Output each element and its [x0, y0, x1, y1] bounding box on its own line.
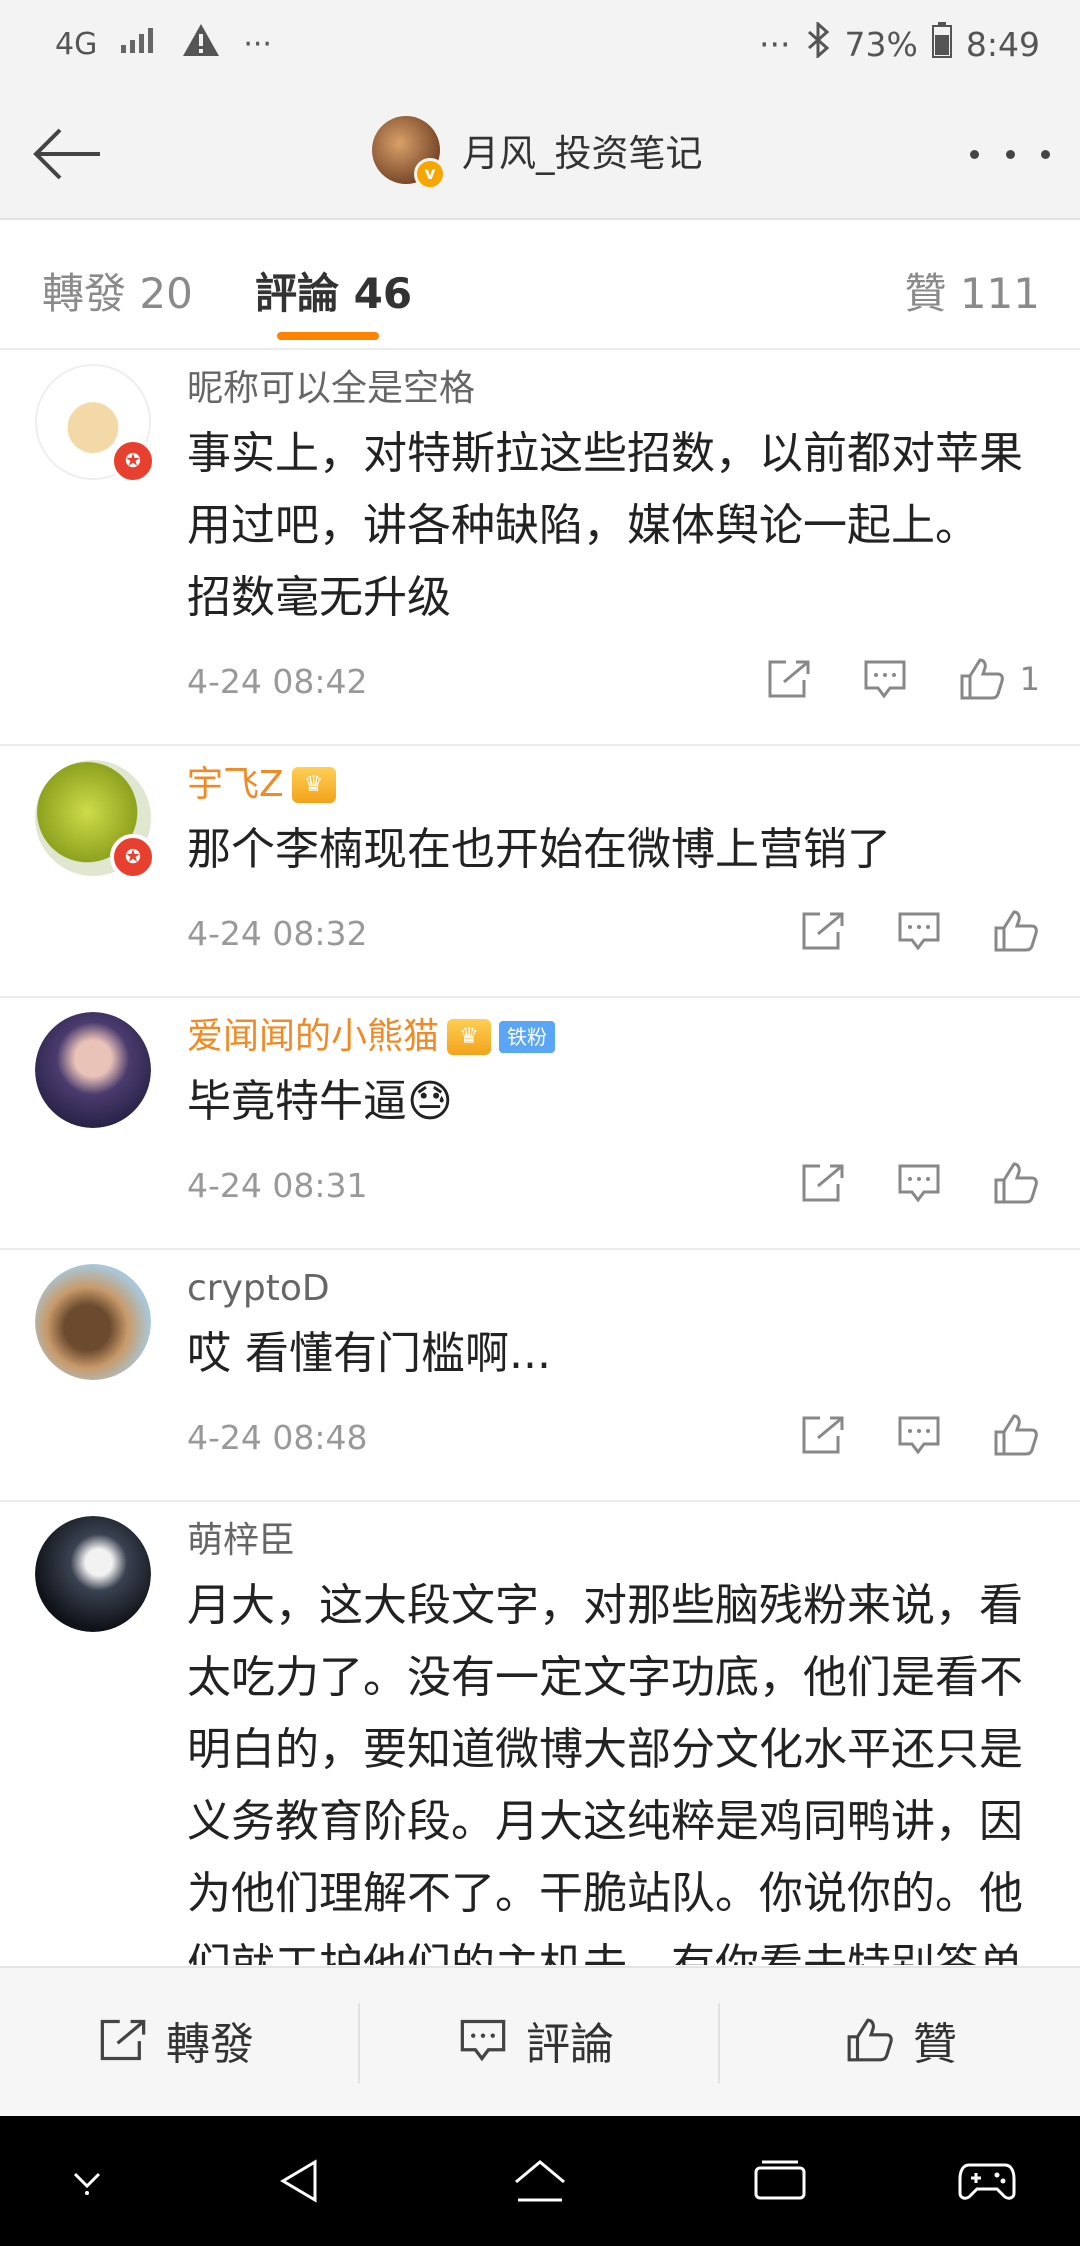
back-arrow-icon[interactable] [28, 116, 104, 192]
like-button[interactable] [992, 908, 1040, 954]
comment-username[interactable]: 宇飞Z ♛ [187, 760, 1040, 810]
share-icon[interactable] [766, 658, 812, 700]
bottom-action-bar: 轉發 評論 贊 [0, 1966, 1080, 2118]
comment-username[interactable]: 爱闻闻的小熊猫 ♛ 铁粉 [187, 1012, 1040, 1062]
signal-icon [119, 25, 159, 63]
share-icon[interactable] [800, 910, 846, 952]
comment-text: 月大，这大段文字，对那些脑残粉来说，看 太吃力了。没有一定文字功底，他们是看不 … [187, 1580, 1023, 1965]
tab-bar: 轉發 20 評論 46 贊 111 [0, 220, 1080, 350]
vip-crown-icon: ♛ [447, 1019, 492, 1055]
comment-username[interactable]: cryptoD [187, 1264, 1040, 1314]
more-options-icon[interactable] [970, 130, 1050, 178]
recent-apps-icon[interactable] [745, 2146, 815, 2216]
comment-label: 評論 [526, 2019, 614, 2070]
game-mode-icon[interactable] [952, 2146, 1022, 2216]
tab-likes[interactable]: 贊 111 [904, 260, 1040, 321]
thumbs-up-icon [994, 1414, 1038, 1456]
divider [358, 2003, 360, 2083]
share-icon[interactable] [800, 1414, 846, 1456]
comment-text: 那个李楠现在也开始在微博上营销了 [187, 824, 891, 875]
repost-button[interactable]: 轉發 [98, 2008, 254, 2072]
battery-percent: 73% [844, 24, 918, 64]
like-button[interactable] [992, 1160, 1040, 1206]
tab-repost[interactable]: 轉發 20 [42, 260, 193, 321]
comment-username[interactable]: 昵称可以全是空格 [187, 364, 1040, 414]
author-avatar[interactable]: v [372, 116, 446, 190]
repost-label: 轉發 [166, 2019, 254, 2070]
more-notifications-icon: ··· [243, 26, 272, 62]
iron-fan-badge: 铁粉 [499, 1021, 556, 1053]
comment-item: 萌梓臣 月大，这大段文字，对那些脑残粉来说，看 太吃力了。没有一定文字功底，他们… [0, 1502, 1080, 1965]
like-button[interactable]: 1 [958, 656, 1040, 702]
comment-list: ✪ 昵称可以全是空格 事实上，对特斯拉这些招数，以前都对苹果 用过吧，讲各种缺陷… [0, 350, 1080, 1965]
user-avatar[interactable] [35, 1012, 151, 1128]
home-nav-icon[interactable] [505, 2146, 575, 2216]
back-nav-icon[interactable] [265, 2146, 335, 2216]
comment-timestamp: 4-24 08:31 [187, 1166, 368, 1205]
like-count: 1 [1019, 660, 1040, 698]
verified-badge-icon: ✪ [110, 438, 156, 484]
like-label: 贊 [913, 2019, 957, 2070]
comment-text: 毕竟特牛逼😓 [187, 1076, 453, 1127]
comment-button[interactable]: 評論 [458, 2008, 614, 2072]
like-post-button[interactable]: 贊 [845, 2008, 957, 2072]
author-header[interactable]: v 月风_投资笔记 [372, 116, 703, 190]
comment-username[interactable]: 萌梓臣 [187, 1516, 1040, 1566]
comment-text: 事实上，对特斯拉这些招数，以前都对苹果 用过吧，讲各种缺陷，媒体舆论一起上。 招… [187, 428, 1023, 623]
comment-timestamp: 4-24 08:42 [187, 662, 368, 701]
user-avatar[interactable] [35, 1264, 151, 1380]
like-button[interactable] [992, 1412, 1040, 1458]
comment-icon [460, 2019, 506, 2062]
battery-icon [931, 22, 952, 66]
share-icon [100, 2019, 146, 2061]
hide-keyboard-icon[interactable] [52, 2146, 122, 2216]
tab-comments[interactable]: 評論 46 [255, 260, 412, 321]
status-bar: 4G ··· ··· 73% 8:49 [0, 0, 1080, 90]
verified-badge-icon: ✪ [110, 834, 156, 880]
author-name: 月风_投资笔记 [462, 132, 703, 175]
clock: 8:49 [965, 24, 1040, 64]
comment-item: ✪ 宇飞Z ♛ 那个李楠现在也开始在微博上营销了 4-24 08:32 [0, 746, 1080, 998]
reply-icon[interactable] [862, 658, 908, 700]
warning-icon [181, 22, 221, 66]
comment-item: ✪ 昵称可以全是空格 事实上，对特斯拉这些招数，以前都对苹果 用过吧，讲各种缺陷… [0, 350, 1080, 746]
top-nav-bar: v 月风_投资笔记 [0, 90, 1080, 220]
comment-item: cryptoD 哎 看懂有门槛啊... 4-24 08:48 [0, 1250, 1080, 1502]
bluetooth-icon [805, 20, 831, 66]
comment-item: 爱闻闻的小熊猫 ♛ 铁粉 毕竟特牛逼😓 4-24 08:31 [0, 998, 1080, 1250]
user-avatar[interactable] [35, 1516, 151, 1632]
divider [718, 2003, 720, 2083]
comment-text: 哎 看懂有门槛啊... [187, 1328, 551, 1379]
thumbs-up-icon [960, 658, 1004, 700]
share-icon[interactable] [800, 1162, 846, 1204]
thumbs-up-icon [847, 2018, 893, 2062]
more-status-icon: ··· [759, 24, 791, 64]
network-type: 4G [55, 26, 98, 62]
reply-icon[interactable] [896, 910, 942, 952]
vip-crown-icon: ♛ [291, 767, 336, 803]
comment-timestamp: 4-24 08:32 [187, 914, 368, 953]
comment-timestamp: 4-24 08:48 [187, 1418, 368, 1457]
system-nav-bar [0, 2116, 1080, 2246]
verified-icon: v [414, 158, 446, 190]
thumbs-up-icon [994, 910, 1038, 952]
reply-icon[interactable] [896, 1414, 942, 1456]
thumbs-up-icon [994, 1162, 1038, 1204]
reply-icon[interactable] [896, 1162, 942, 1204]
active-tab-indicator [277, 332, 379, 340]
